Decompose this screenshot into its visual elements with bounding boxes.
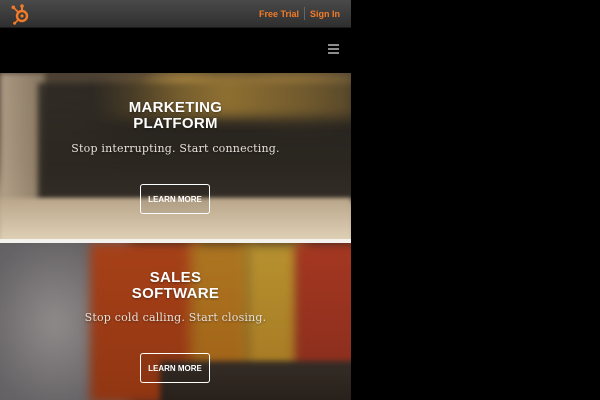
sales-software-panel: SALES SOFTWARE Stop cold calling. Start …	[0, 243, 351, 400]
learn-more-button[interactable]: LEARN MORE	[140, 353, 210, 383]
hamburger-menu-icon[interactable]	[328, 44, 339, 54]
mobile-viewport: Free Trial Sign In MARKETING PLATFORM St…	[0, 0, 351, 400]
nav-bar	[0, 28, 351, 73]
panel-tagline: Stop cold calling. Start closing.	[84, 311, 267, 324]
top-bar: Free Trial Sign In	[0, 0, 351, 28]
free-trial-link[interactable]: Free Trial	[254, 9, 304, 19]
panel-tagline: Stop interrupting. Start connecting.	[71, 142, 280, 155]
sign-in-link[interactable]: Sign In	[305, 9, 345, 19]
panel-title: SALES SOFTWARE	[131, 269, 220, 302]
hubspot-logo-icon[interactable]	[9, 3, 31, 25]
panel-title: MARKETING PLATFORM	[128, 99, 223, 132]
learn-more-button[interactable]: LEARN MORE	[140, 184, 210, 214]
marketing-platform-panel: MARKETING PLATFORM Stop interrupting. St…	[0, 73, 351, 239]
top-links: Free Trial Sign In	[254, 0, 345, 27]
